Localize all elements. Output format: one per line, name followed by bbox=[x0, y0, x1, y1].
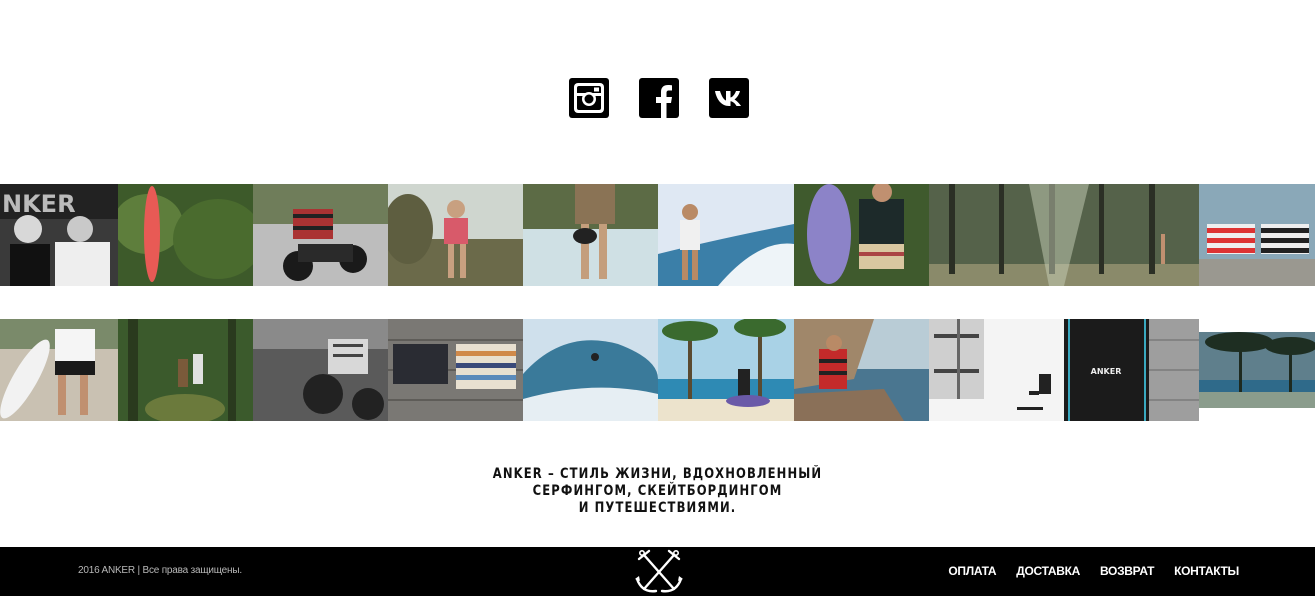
footer-nav: ОПЛАТА ДОСТАВКА ВОЗВРАТ КОНТАКТЫ bbox=[948, 564, 1239, 578]
footer-link-payment[interactable]: ОПЛАТА bbox=[948, 564, 996, 578]
tagline-line-3: И ПУТЕШЕСТВИЯМИ. bbox=[578, 500, 737, 516]
facebook-link[interactable] bbox=[639, 78, 679, 118]
footer: 2016 ANKER | Все права защищены. ОПЛАТА … bbox=[0, 547, 1315, 596]
instagram-link[interactable] bbox=[569, 78, 609, 118]
gallery-photo[interactable] bbox=[658, 184, 794, 286]
gallery-photo[interactable] bbox=[253, 319, 388, 421]
anchor-logo-icon[interactable] bbox=[634, 549, 684, 595]
gallery-photo[interactable] bbox=[1199, 332, 1315, 408]
gallery-photo[interactable] bbox=[118, 184, 253, 286]
gallery-photo[interactable] bbox=[794, 184, 929, 286]
gallery-photo[interactable] bbox=[658, 319, 794, 421]
svg-text:ANKER: ANKER bbox=[1091, 367, 1122, 376]
gallery-photo[interactable] bbox=[929, 184, 1199, 286]
copyright-text: 2016 ANKER | Все права защищены. bbox=[78, 565, 242, 576]
tagline-line-2: СЕРФИНГОМ, СКЕЙТБОРДИНГОМ bbox=[532, 483, 783, 499]
gallery-photo[interactable] bbox=[253, 184, 388, 286]
footer-link-returns[interactable]: ВОЗВРАТ bbox=[1100, 564, 1154, 578]
gallery-photo[interactable] bbox=[929, 319, 1064, 421]
gallery-photo[interactable] bbox=[118, 319, 253, 421]
gallery-photo[interactable] bbox=[388, 184, 523, 286]
gallery-photo[interactable] bbox=[523, 184, 658, 286]
vk-icon bbox=[715, 91, 741, 106]
gallery-photo[interactable] bbox=[388, 319, 523, 421]
footer-link-delivery[interactable]: ДОСТАВКА bbox=[1016, 564, 1080, 578]
gallery-photo[interactable]: ANKER bbox=[1064, 319, 1199, 421]
social-links bbox=[569, 78, 749, 118]
instagram-icon bbox=[574, 83, 604, 113]
photo-gallery-row-1: NKER bbox=[0, 184, 1315, 286]
footer-link-contacts[interactable]: КОНТАКТЫ bbox=[1174, 564, 1239, 578]
gallery-photo[interactable] bbox=[794, 319, 929, 421]
gallery-photo[interactable]: NKER bbox=[0, 184, 118, 286]
gallery-photo[interactable] bbox=[523, 319, 658, 421]
gallery-photo[interactable] bbox=[1199, 184, 1315, 286]
facebook-icon bbox=[656, 85, 672, 118]
photo-gallery-row-2: ANKER bbox=[0, 319, 1315, 421]
vk-link[interactable] bbox=[709, 78, 749, 118]
brand-tagline: ANKER – СТИЛЬ ЖИЗНИ, ВДОХНОВЛЕННЫЙ СЕРФИ… bbox=[53, 466, 1263, 517]
svg-text:NKER: NKER bbox=[2, 190, 76, 218]
tagline-line-1: ANKER – СТИЛЬ ЖИЗНИ, ВДОХНОВЛЕННЫЙ bbox=[492, 466, 823, 482]
gallery-photo[interactable] bbox=[0, 319, 118, 421]
